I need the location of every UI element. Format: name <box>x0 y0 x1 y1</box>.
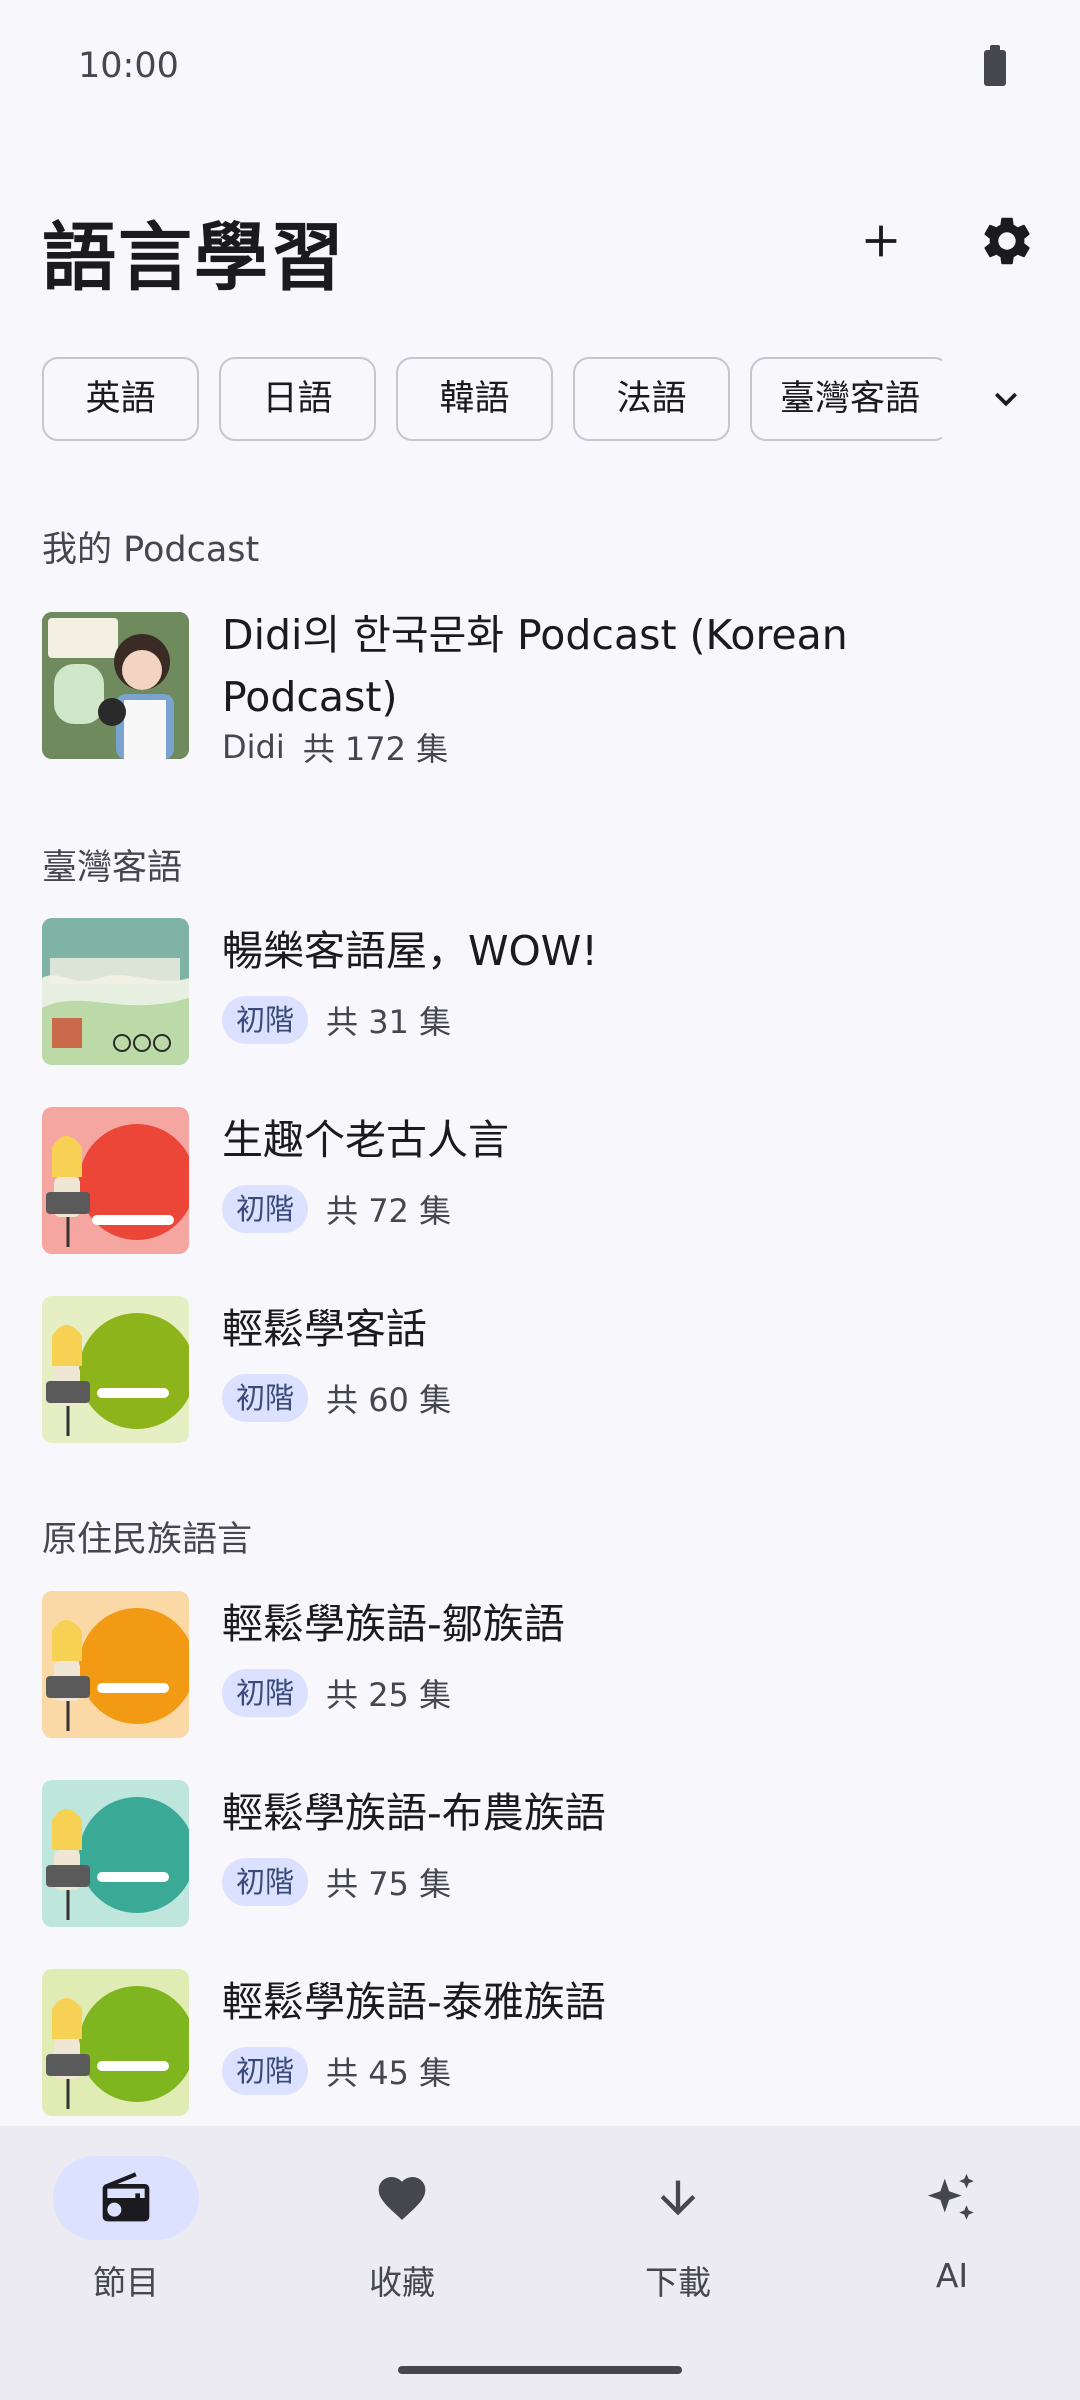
episode-count: 共 31 集 <box>326 1003 452 1041</box>
podcast-item[interactable]: 暢樂客語屋，WOW! 初階 共 31 集 <box>42 918 1042 1068</box>
podcast-cover <box>42 1296 189 1443</box>
section-header-indigenous-languages: 原住民族語言 <box>42 1520 253 1560</box>
podcast-meta: 初階 共 25 集 <box>222 1669 451 1717</box>
nav-item-ai[interactable]: AI <box>834 2156 1080 2306</box>
nav-label: AI <box>935 2256 969 2295</box>
podcast-title: 輕鬆學族語-布農族語 <box>222 1789 606 1837</box>
nav-pill-active <box>53 2156 199 2240</box>
episode-count: 共 72 集 <box>326 1192 452 1230</box>
bottom-navigation: 節目 收藏 下載 AI <box>0 2126 1080 2400</box>
podcast-item[interactable]: 輕鬆學族語-鄒族語 初階 共 25 集 <box>42 1591 1042 1741</box>
level-badge: 初階 <box>222 1185 309 1233</box>
nav-label: 下載 <box>645 2263 711 2302</box>
episode-count: 共 25 集 <box>326 1676 452 1714</box>
podcast-cover <box>42 612 189 759</box>
podcast-item[interactable]: 生趣个老古人言 初階 共 72 集 <box>42 1107 1042 1257</box>
podcast-meta: 初階 共 72 集 <box>222 1185 451 1233</box>
episode-count: 共 45 集 <box>326 2054 452 2092</box>
level-badge: 初階 <box>222 1858 309 1906</box>
episode-count: 共 60 集 <box>326 1381 452 1419</box>
status-bar: 10:00 <box>0 0 1080 135</box>
level-badge: 初階 <box>222 2047 309 2095</box>
podcast-item[interactable]: 輕鬆學客話 初階 共 60 集 <box>42 1296 1042 1446</box>
podcast-cover <box>42 1591 189 1738</box>
level-badge: 初階 <box>222 996 309 1044</box>
podcast-title: 輕鬆學客話 <box>222 1305 427 1353</box>
chip-korean[interactable]: 韓語 <box>396 357 553 441</box>
nav-item-downloads[interactable]: 下載 <box>560 2156 830 2306</box>
language-chip-row: 英語 日語 韓語 法語 臺灣客語 <box>42 357 942 441</box>
podcast-meta: 初階 共 75 集 <box>222 1858 451 1906</box>
podcast-item[interactable]: 輕鬆學族語-泰雅族語 初階 共 45 集 <box>42 1969 1042 2119</box>
podcast-cover <box>42 918 189 1065</box>
download-icon <box>660 2180 696 2216</box>
podcast-title: 輕鬆學族語-泰雅族語 <box>222 1978 606 2026</box>
nav-label: 收藏 <box>369 2263 435 2302</box>
section-header-my-podcast: 我的 Podcast <box>42 530 260 570</box>
podcast-cover <box>42 1780 189 1927</box>
level-badge: 初階 <box>222 1374 309 1422</box>
chip-japanese[interactable]: 日語 <box>219 357 376 441</box>
chip-taiwan-hakka[interactable]: 臺灣客語 <box>750 357 942 441</box>
podcast-meta: 初階 共 60 集 <box>222 1374 451 1422</box>
home-indicator[interactable] <box>398 2366 682 2374</box>
gear-icon <box>984 217 1030 265</box>
podcast-item[interactable]: 輕鬆學族語-布農族語 初階 共 75 集 <box>42 1780 1042 1930</box>
section-header-taiwan-hakka: 臺灣客語 <box>42 848 183 888</box>
sparkle-icon <box>927 2173 974 2220</box>
chip-french[interactable]: 法語 <box>573 357 730 441</box>
chip-english[interactable]: 英語 <box>42 357 199 441</box>
podcast-meta: 初階 共 31 集 <box>222 996 451 1044</box>
page-title: 語言學習 <box>42 215 346 301</box>
podcast-item[interactable]: Didi의 한국문화 Podcast (Korean Podcast) Didi… <box>42 611 1042 768</box>
podcast-meta: 初階 共 45 集 <box>222 2047 451 2095</box>
podcast-author: Didi <box>222 728 285 766</box>
podcast-cover <box>42 1107 189 1254</box>
episode-count: 共 75 集 <box>326 1865 452 1903</box>
nav-item-favorites[interactable]: 收藏 <box>284 2156 554 2306</box>
nav-label: 節目 <box>93 2263 159 2302</box>
nav-pill <box>605 2156 751 2240</box>
nav-pill <box>329 2156 475 2240</box>
podcast-cover <box>42 1969 189 2116</box>
chevron-down-icon <box>995 392 1017 407</box>
podcast-title: 暢樂客語屋，WOW! <box>222 927 598 975</box>
podcast-title: Didi의 한국문화 Podcast (Korean Podcast) <box>222 611 848 721</box>
nav-pill <box>879 2156 1025 2240</box>
radio-icon <box>102 2172 150 2222</box>
nav-item-programs[interactable]: 節目 <box>8 2156 278 2306</box>
plus-icon <box>865 225 897 257</box>
heart-icon <box>378 2177 426 2220</box>
podcast-title: 生趣个老古人言 <box>222 1116 509 1164</box>
status-time: 10:00 <box>78 46 179 86</box>
episode-count: 共 172 集 <box>302 730 449 768</box>
podcast-title: 輕鬆學族語-鄒族語 <box>222 1600 565 1648</box>
battery-icon <box>984 45 1006 86</box>
expand-chips-button[interactable] <box>966 364 1046 434</box>
settings-button[interactable] <box>964 198 1050 284</box>
add-button[interactable] <box>838 198 924 284</box>
level-badge: 初階 <box>222 1669 309 1717</box>
podcast-meta: Didi 共 172 集 <box>222 724 448 770</box>
